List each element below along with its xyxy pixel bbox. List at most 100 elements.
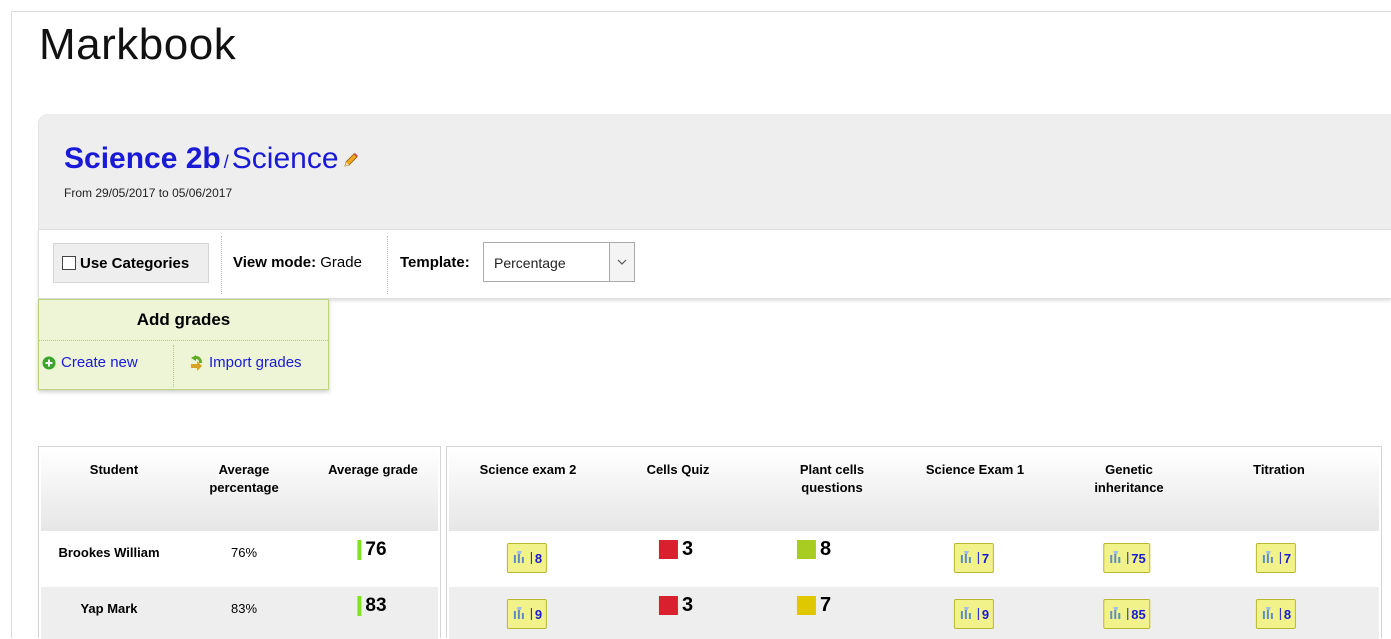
view-mode[interactable]: View mode: Grade — [233, 254, 362, 271]
grade-value: 7 — [1283, 550, 1292, 566]
grade-value: 8 — [819, 538, 832, 560]
template-label: Template: — [400, 254, 470, 271]
grade-bar-indicator — [357, 596, 362, 616]
grade-value: 85 — [1131, 606, 1146, 622]
column-header-genetic-inheritance[interactable]: Genetic inheritance — [1064, 461, 1194, 497]
grade-color-square — [658, 596, 678, 615]
grade-detail-button[interactable]: 8 — [1255, 599, 1297, 629]
class-name-link[interactable]: Science 2b — [64, 142, 221, 175]
grade-cell[interactable]: 8 — [796, 538, 832, 561]
grade-color-square — [658, 540, 678, 559]
grade-value: 9 — [981, 606, 990, 622]
toolbar-divider — [387, 236, 388, 294]
student-summary-table: Student Average percentage Average grade… — [38, 446, 441, 639]
import-grades-label: Import grades — [209, 354, 302, 371]
grade-detail-button[interactable]: 8 — [506, 543, 548, 573]
bar-chart-icon — [959, 605, 975, 624]
grade-value: 8 — [1283, 606, 1292, 622]
separator — [530, 608, 532, 620]
grade-value: 7 — [981, 550, 990, 566]
grades-table-header: Science exam 2 Cells Quiz Plant cells qu… — [449, 449, 1379, 532]
grade-detail-button[interactable]: 9 — [953, 599, 995, 629]
bar-chart-icon — [1261, 605, 1277, 624]
grade-detail-button[interactable]: 85 — [1103, 599, 1151, 629]
separator — [1279, 552, 1281, 564]
use-categories-button[interactable]: Use Categories — [53, 243, 209, 283]
import-arrow-icon — [191, 354, 202, 371]
bar-chart-icon — [1108, 605, 1124, 624]
column-header-average-percentage[interactable]: Average percentage — [179, 461, 309, 497]
student-name[interactable]: Yap Mark — [80, 601, 137, 616]
grade-color-square — [796, 540, 816, 559]
table-row: Brookes William 76% 76 — [41, 531, 438, 579]
student-name[interactable]: Brookes William — [58, 545, 159, 560]
separator — [1127, 552, 1129, 564]
grade-value: 75 — [1131, 550, 1146, 566]
template-select[interactable]: Percentage — [483, 242, 635, 282]
template-selected-value: Percentage — [494, 255, 566, 271]
add-grades-divider — [173, 345, 174, 387]
use-categories-checkbox[interactable] — [62, 256, 76, 270]
average-grade-value: 76 — [365, 539, 387, 560]
chevron-down-icon[interactable] — [609, 243, 634, 281]
average-percentage: 76% — [230, 545, 258, 560]
grade-detail-button[interactable]: 9 — [506, 599, 548, 629]
grade-color-square — [796, 596, 816, 615]
table-row: 9 3 7 9 85 8 — [449, 587, 1379, 639]
grade-detail-button[interactable]: 7 — [953, 543, 995, 573]
use-categories-label: Use Categories — [80, 254, 190, 272]
grade-bar-indicator — [357, 540, 362, 560]
column-header-science-exam-2[interactable]: Science exam 2 — [463, 461, 593, 479]
create-new-link[interactable]: Create new — [42, 354, 138, 371]
add-grades-title: Add grades — [39, 300, 328, 341]
class-separator: / — [223, 152, 229, 172]
column-header-cells-quiz[interactable]: Cells Quiz — [613, 461, 743, 479]
markbook-toolbar: Use Categories View mode: Grade Template… — [38, 229, 1391, 299]
grade-detail-button[interactable]: 7 — [1255, 543, 1297, 573]
page-title: Markbook — [39, 20, 237, 69]
separator — [530, 552, 532, 564]
separator — [977, 608, 979, 620]
date-range: From 29/05/2017 to 05/06/2017 — [64, 186, 233, 200]
column-header-student[interactable]: Student — [49, 461, 179, 479]
add-grades-actions: Create new Import grades — [39, 341, 328, 390]
class-header-panel: Science 2b / Science From 29/05/2017 to 05… — [38, 114, 1391, 229]
bar-chart-icon — [1108, 549, 1124, 568]
assessment-grades-table: Science exam 2 Cells Quiz Plant cells qu… — [446, 446, 1382, 639]
create-new-label: Create new — [61, 354, 138, 371]
toolbar-divider — [221, 236, 222, 294]
column-header-science-exam-1[interactable]: Science Exam 1 — [910, 461, 1040, 479]
separator — [1279, 608, 1281, 620]
bar-chart-icon — [1261, 549, 1277, 568]
average-grade: 83 — [357, 595, 387, 617]
pencil-icon[interactable] — [343, 152, 359, 173]
average-percentage: 83% — [230, 601, 258, 616]
average-grade-value: 83 — [365, 595, 387, 616]
view-mode-label: View mode: — [233, 254, 317, 271]
grade-value: 8 — [534, 550, 543, 566]
class-subject-link[interactable]: Science — [232, 142, 339, 175]
bar-chart-icon — [512, 549, 528, 568]
bar-chart-icon — [512, 605, 528, 624]
grade-detail-button[interactable]: 75 — [1103, 543, 1151, 573]
separator — [1127, 608, 1129, 620]
grade-value: 7 — [819, 594, 832, 616]
column-header-plant-cells-questions[interactable]: Plant cells questions — [767, 461, 897, 497]
grade-cell[interactable]: 3 — [658, 594, 694, 617]
view-mode-value: Grade — [320, 254, 362, 271]
grade-value: 3 — [681, 594, 694, 616]
plus-circle-icon — [42, 356, 56, 369]
import-grades-link[interactable]: Import grades — [188, 354, 302, 371]
grade-cell[interactable]: 7 — [796, 594, 832, 617]
grade-value: 9 — [534, 606, 543, 622]
grade-value: 3 — [681, 538, 694, 560]
average-grade: 76 — [357, 539, 387, 561]
table-row: Yap Mark 83% 83 — [41, 587, 438, 639]
separator — [977, 552, 979, 564]
column-header-average-grade[interactable]: Average grade — [308, 461, 438, 479]
grade-cell[interactable]: 3 — [658, 538, 694, 561]
column-header-titration[interactable]: Titration — [1214, 461, 1344, 479]
bar-chart-icon — [959, 549, 975, 568]
summary-table-header: Student Average percentage Average grade — [41, 449, 438, 532]
class-title: Science 2b / Science — [64, 142, 359, 176]
